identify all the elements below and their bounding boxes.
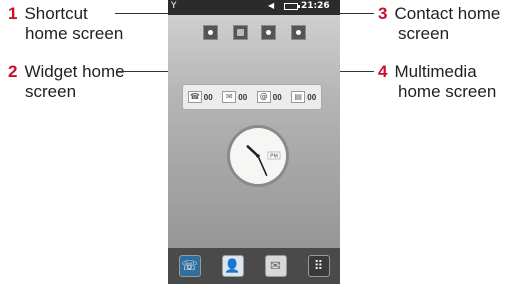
page-indicator-contact[interactable]	[261, 25, 276, 40]
signal-antenna-icon: Y	[171, 1, 177, 11]
dialer-icon: ☏	[181, 258, 198, 274]
callout-multimedia: 4 Multimedia home screen	[378, 62, 496, 102]
callout-number: 3	[378, 4, 388, 23]
callout-subtitle: screen	[398, 24, 450, 43]
message-icon: ▤	[291, 91, 306, 103]
callout-title: Contact home	[394, 4, 501, 23]
callout-number: 2	[8, 62, 18, 81]
dialer-button[interactable]: ☏	[178, 255, 201, 277]
callout-contact: 3 Contact home screen	[378, 4, 500, 44]
phone-icon: ☎	[187, 91, 202, 103]
voicemail-icon: @	[256, 91, 271, 103]
page-indicator-widget[interactable]	[233, 25, 248, 40]
phone-screen: Y ◀ 21:26 ☎ 00 ✉ 00 @ 00 ▤ 00 PM ☏ 👤 ✉ ⠿	[168, 0, 340, 284]
other-messages-widget[interactable]: ▤ 00	[291, 91, 316, 103]
missed-calls-widget[interactable]: ☎ 00	[187, 91, 213, 103]
callout-subtitle: screen	[25, 82, 77, 101]
analog-clock-widget[interactable]: PM	[226, 124, 290, 188]
messaging-icon: ✉	[270, 258, 281, 274]
menu-button[interactable]: ⠿	[307, 255, 330, 277]
callout-title: Widget home	[24, 62, 125, 81]
dock-bar: ☏ 👤 ✉ ⠿	[168, 248, 340, 284]
callout-title: Shortcut	[24, 4, 88, 23]
callout-shortcut: 1 Shortcut home screen	[8, 4, 123, 44]
contacts-icon: 👤	[224, 258, 241, 274]
callout-number: 1	[8, 4, 18, 23]
callout-number: 4	[378, 62, 388, 81]
menu-grid-icon: ⠿	[313, 258, 324, 274]
voicemail-widget[interactable]: @ 00	[256, 91, 282, 103]
speaker-icon: ◀	[268, 1, 275, 10]
page-indicator-shortcut[interactable]	[203, 25, 218, 40]
callout-subtitle: home screen	[398, 82, 497, 101]
messaging-button[interactable]: ✉	[264, 255, 287, 277]
status-time: 21:26	[301, 1, 330, 11]
contacts-button[interactable]: 👤	[221, 255, 244, 277]
page-indicator-multimedia[interactable]	[291, 25, 306, 40]
notification-widget-bar: ☎ 00 ✉ 00 @ 00 ▤ 00	[182, 84, 322, 110]
new-messages-widget[interactable]: ✉ 00	[222, 91, 247, 103]
callout-subtitle: home screen	[25, 24, 124, 43]
envelope-icon: ✉	[222, 91, 237, 103]
status-bar: Y ◀ 21:26	[168, 0, 340, 15]
clock-ampm-label: PM	[270, 154, 278, 160]
voicemail-count: 00	[272, 92, 282, 102]
battery-icon	[284, 3, 300, 10]
new-messages-count: 00	[238, 92, 248, 102]
missed-calls-count: 00	[203, 92, 213, 102]
callout-title: Multimedia	[394, 62, 477, 81]
other-messages-count: 00	[307, 92, 317, 102]
callout-widget: 2 Widget home screen	[8, 62, 125, 102]
clock-center-pin	[256, 154, 260, 158]
